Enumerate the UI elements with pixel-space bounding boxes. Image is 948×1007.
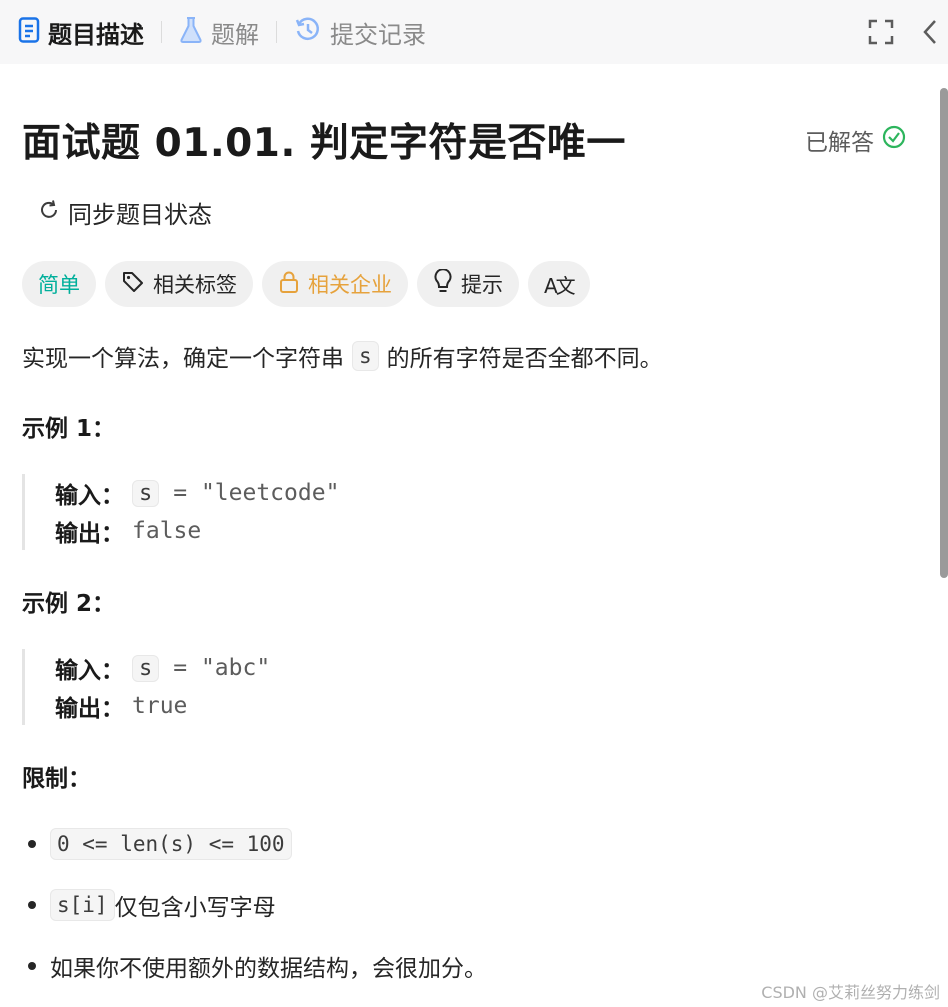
sync-label: 同步题目状态 (68, 201, 212, 229)
output-value: false (132, 518, 202, 544)
problem-description: 实现一个算法，确定一个字符串 s 的所有字符是否全都不同。 (22, 339, 663, 373)
tab-description-label: 题目描述 (48, 20, 144, 49)
constraint-text: 如果你不使用额外的数据结构，会很加分。 (50, 956, 487, 982)
lightbulb-icon (433, 267, 453, 300)
example-1-output: 输出： false (55, 512, 422, 550)
example-2-output: 输出： true (55, 687, 422, 725)
input-label: 输入： (55, 658, 124, 684)
difficulty-label: 简单 (38, 273, 80, 297)
lock-icon (278, 270, 300, 299)
input-var: s (132, 479, 160, 507)
description-text-2: 的所有字符是否全都不同。 (386, 346, 663, 372)
tag-icon (121, 270, 145, 299)
watermark: CSDN @艾莉丝努力练剑 (761, 983, 940, 1002)
flask-icon (179, 16, 203, 48)
example-2-block: 输入： s = "abc" 输出： true (22, 649, 422, 725)
chevron-left-icon[interactable] (922, 19, 938, 45)
output-label: 输出： (55, 696, 124, 722)
tab-description[interactable]: 题目描述 (18, 0, 144, 64)
input-value: = "leetcode" (173, 480, 340, 506)
scrollbar-thumb[interactable] (940, 88, 948, 578)
input-var: s (132, 654, 160, 682)
example-1-block: 输入： s = "leetcode" 输出： false (22, 474, 422, 550)
check-circle-icon (882, 125, 906, 155)
tab-divider (161, 21, 162, 43)
tab-bar: 题目描述 题解 提交记录 (0, 0, 948, 64)
related-companies-button[interactable]: 相关企业 (262, 261, 408, 307)
output-label: 输出： (55, 521, 124, 547)
difficulty-badge[interactable]: 简单 (22, 261, 96, 307)
history-icon (294, 16, 322, 48)
tag-chips: 简单 相关标签 相关企业 提示 A文 (22, 261, 590, 307)
example-2-heading: 示例 2： (22, 591, 116, 617)
constraint-code: s[i] (50, 889, 115, 921)
tab-submissions-label: 提交记录 (330, 20, 426, 49)
related-tags-button[interactable]: 相关标签 (105, 261, 253, 307)
title-row: 面试题 01.01. 判定字符是否唯一 已解答 (22, 112, 906, 168)
bullet-icon (28, 901, 36, 909)
input-value: = "abc" (173, 655, 271, 681)
scrollbar[interactable] (940, 72, 948, 1007)
tab-solutions-label: 题解 (211, 20, 259, 49)
list-item: 0 <= len(s) <= 100 (22, 826, 902, 862)
document-icon (18, 17, 40, 47)
output-value: true (132, 693, 188, 719)
related-tags-label: 相关标签 (153, 273, 237, 297)
list-item: s[i] 仅包含小写字母 (22, 887, 902, 923)
description-text-1: 实现一个算法，确定一个字符串 (22, 346, 344, 372)
bullet-icon (28, 962, 36, 970)
example-1-input: 输入： s = "leetcode" (55, 474, 422, 512)
example-2-input: 输入： s = "abc" (55, 649, 422, 687)
status-text: 已解答 (805, 130, 874, 156)
translate-icon: A文 (544, 273, 576, 298)
constraints-heading: 限制： (22, 766, 91, 792)
related-companies-label: 相关企业 (308, 273, 392, 297)
constraint-code: 0 <= len(s) <= 100 (50, 828, 292, 860)
tab-submissions[interactable]: 提交记录 (294, 0, 426, 64)
hint-label: 提示 (461, 273, 503, 297)
hint-button[interactable]: 提示 (417, 261, 519, 307)
example-1-heading: 示例 1： (22, 416, 116, 442)
fullscreen-icon[interactable] (868, 19, 894, 45)
constraint-text: 仅包含小写字母 (114, 895, 276, 921)
sync-status-button[interactable]: 同步题目状态 (38, 195, 212, 230)
status-badge: 已解答 (805, 123, 906, 157)
description-code: s (352, 341, 379, 371)
tab-divider (276, 21, 277, 43)
page-title: 面试题 01.01. 判定字符是否唯一 (22, 121, 626, 166)
translate-button[interactable]: A文 (528, 261, 590, 307)
bullet-icon (28, 840, 36, 848)
tab-solutions[interactable]: 题解 (179, 0, 259, 64)
refresh-icon (38, 199, 60, 227)
input-label: 输入： (55, 483, 124, 509)
